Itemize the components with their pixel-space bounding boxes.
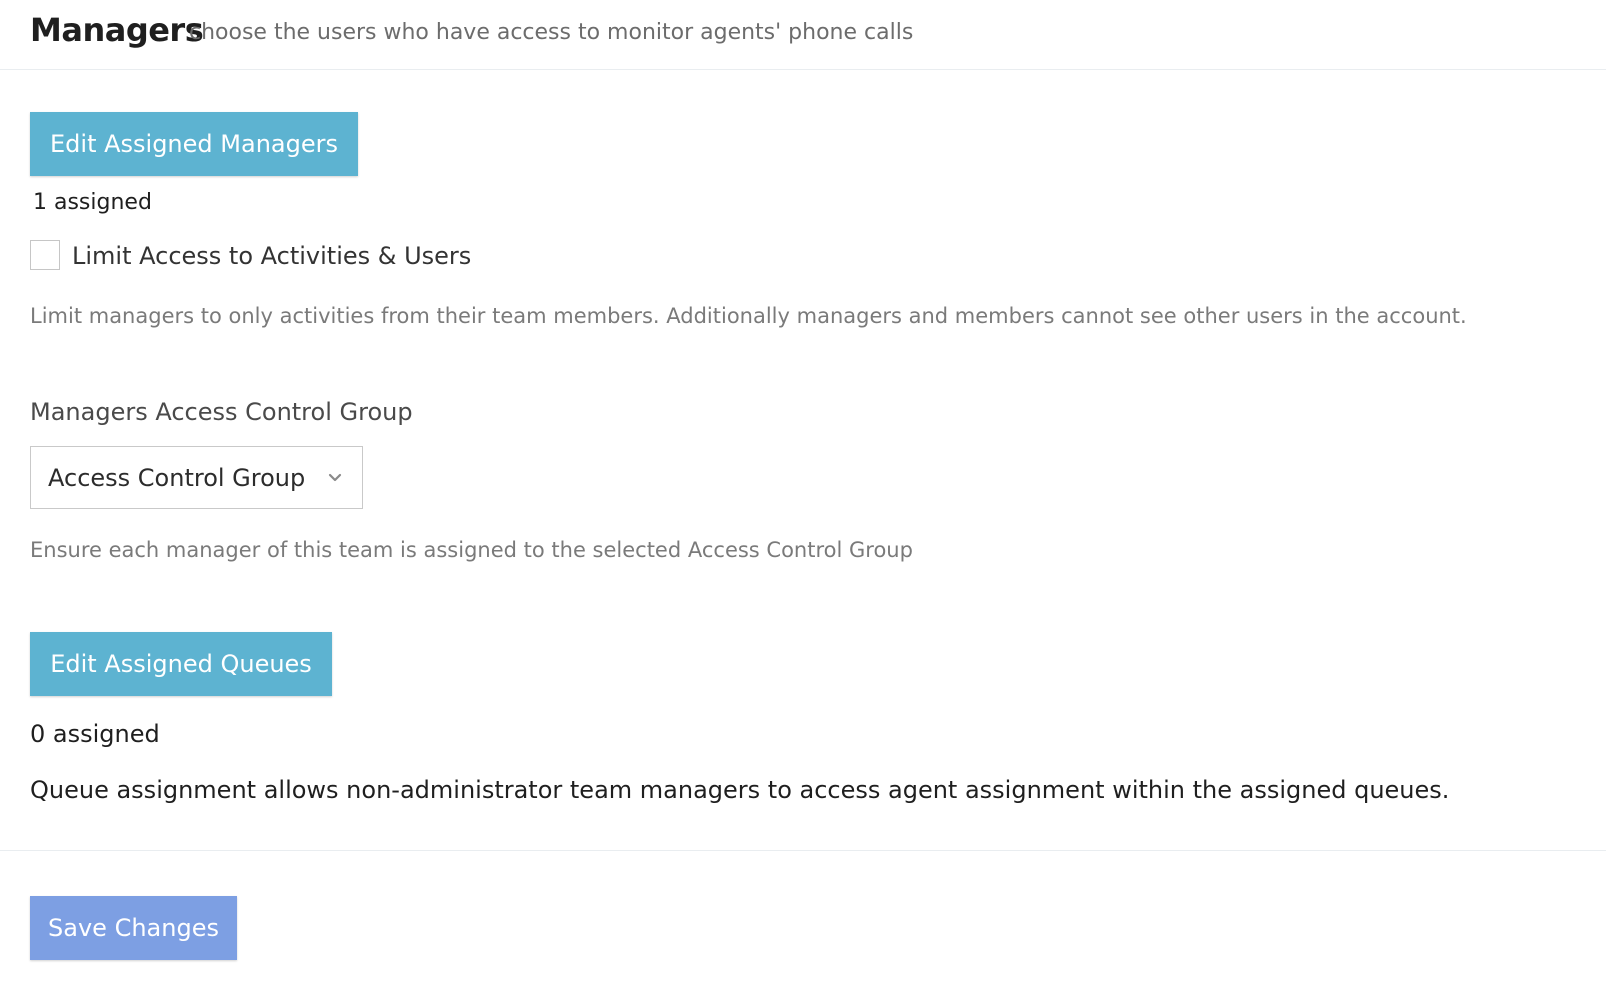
- page-title: Managers: [30, 11, 204, 49]
- access-control-group-help-text: Ensure each manager of this team is assi…: [30, 538, 913, 562]
- access-control-group-select[interactable]: Access Control Group: [30, 446, 363, 509]
- page-header: Managers choose the users who have acces…: [0, 0, 1606, 70]
- edit-assigned-queues-button[interactable]: Edit Assigned Queues: [30, 632, 332, 696]
- limit-access-checkbox-label[interactable]: Limit Access to Activities & Users: [72, 242, 471, 270]
- save-changes-button[interactable]: Save Changes: [30, 896, 237, 960]
- limit-access-checkbox[interactable]: [30, 240, 60, 270]
- footer-divider: [0, 850, 1606, 851]
- select-value: Access Control Group: [48, 464, 306, 492]
- queue-assignment-description: Queue assignment allows non-administrato…: [30, 776, 1450, 804]
- chevron-down-icon: [328, 473, 342, 482]
- edit-assigned-managers-button[interactable]: Edit Assigned Managers: [30, 112, 358, 176]
- managers-assigned-count: 1 assigned: [33, 190, 152, 215]
- page-subtitle: choose the users who have access to moni…: [189, 20, 914, 45]
- limit-access-help-text: Limit managers to only activities from t…: [30, 304, 1467, 328]
- queues-assigned-count: 0 assigned: [30, 720, 160, 748]
- access-control-group-label: Managers Access Control Group: [30, 398, 413, 426]
